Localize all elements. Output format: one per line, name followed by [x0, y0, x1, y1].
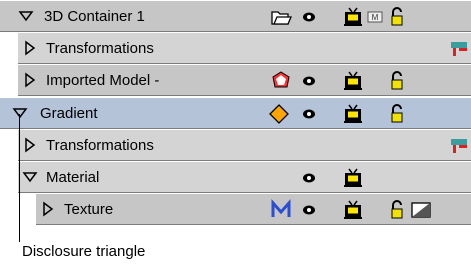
- layer-row-transformations[interactable]: Transformations: [18, 32, 471, 64]
- disclosure-triangle-collapsed-icon[interactable]: [40, 201, 56, 217]
- lock-icon[interactable]: [386, 70, 408, 92]
- disclosure-triangle-expanded-icon[interactable]: [18, 8, 34, 24]
- transform-icon[interactable]: [448, 38, 470, 60]
- layer-row-texture[interactable]: Texture: [36, 193, 471, 225]
- layer-label: Texture: [64, 201, 114, 218]
- tv-icon[interactable]: [342, 70, 364, 92]
- layer-label: Material: [46, 169, 100, 186]
- layer-row-gradient[interactable]: Gradient: [0, 97, 471, 129]
- layer-row-transformations[interactable]: Transformations: [18, 129, 471, 161]
- layer-row-3d-container[interactable]: 3D Container 1 M: [0, 0, 471, 32]
- layer-label: 3D Container 1: [44, 8, 145, 25]
- tv-icon[interactable]: [342, 199, 364, 221]
- callout-label: Disclosure triangle: [22, 243, 146, 260]
- layer-label: Transformations: [46, 137, 154, 154]
- eye-icon[interactable]: [298, 167, 320, 189]
- eye-icon[interactable]: [298, 70, 320, 92]
- layer-label: Imported Model -: [46, 72, 160, 89]
- eye-icon[interactable]: [298, 103, 320, 125]
- layer-row-material[interactable]: Material: [18, 161, 471, 193]
- layer-label: Gradient: [40, 105, 98, 122]
- tv-icon[interactable]: [342, 167, 364, 189]
- disclosure-triangle-collapsed-icon[interactable]: [22, 137, 38, 153]
- layer-row-imported-model[interactable]: Imported Model -: [18, 64, 471, 96]
- callout-line: [19, 114, 20, 242]
- folder-open-icon[interactable]: [270, 6, 292, 28]
- eye-icon[interactable]: [298, 199, 320, 221]
- m-badge-icon[interactable]: M: [364, 6, 386, 28]
- model-icon[interactable]: [270, 70, 292, 92]
- layer-label: Transformations: [46, 40, 154, 57]
- disclosure-triangle-collapsed-icon[interactable]: [22, 40, 38, 56]
- lock-icon[interactable]: [386, 6, 408, 28]
- disclosure-triangle-expanded-icon[interactable]: [22, 169, 38, 185]
- disclosure-triangle-collapsed-icon[interactable]: [22, 72, 38, 88]
- disclosure-triangle-expanded-icon[interactable]: [12, 105, 28, 121]
- swatch-icon[interactable]: [410, 199, 432, 221]
- svg-text:M: M: [372, 13, 379, 22]
- tv-icon[interactable]: [342, 103, 364, 125]
- eye-icon[interactable]: [298, 6, 320, 28]
- diamond-icon[interactable]: [268, 103, 290, 125]
- tv-icon[interactable]: [342, 6, 364, 28]
- material-m-icon[interactable]: [270, 199, 292, 221]
- transform-icon[interactable]: [448, 135, 470, 157]
- lock-icon[interactable]: [386, 199, 408, 221]
- lock-icon[interactable]: [386, 103, 408, 125]
